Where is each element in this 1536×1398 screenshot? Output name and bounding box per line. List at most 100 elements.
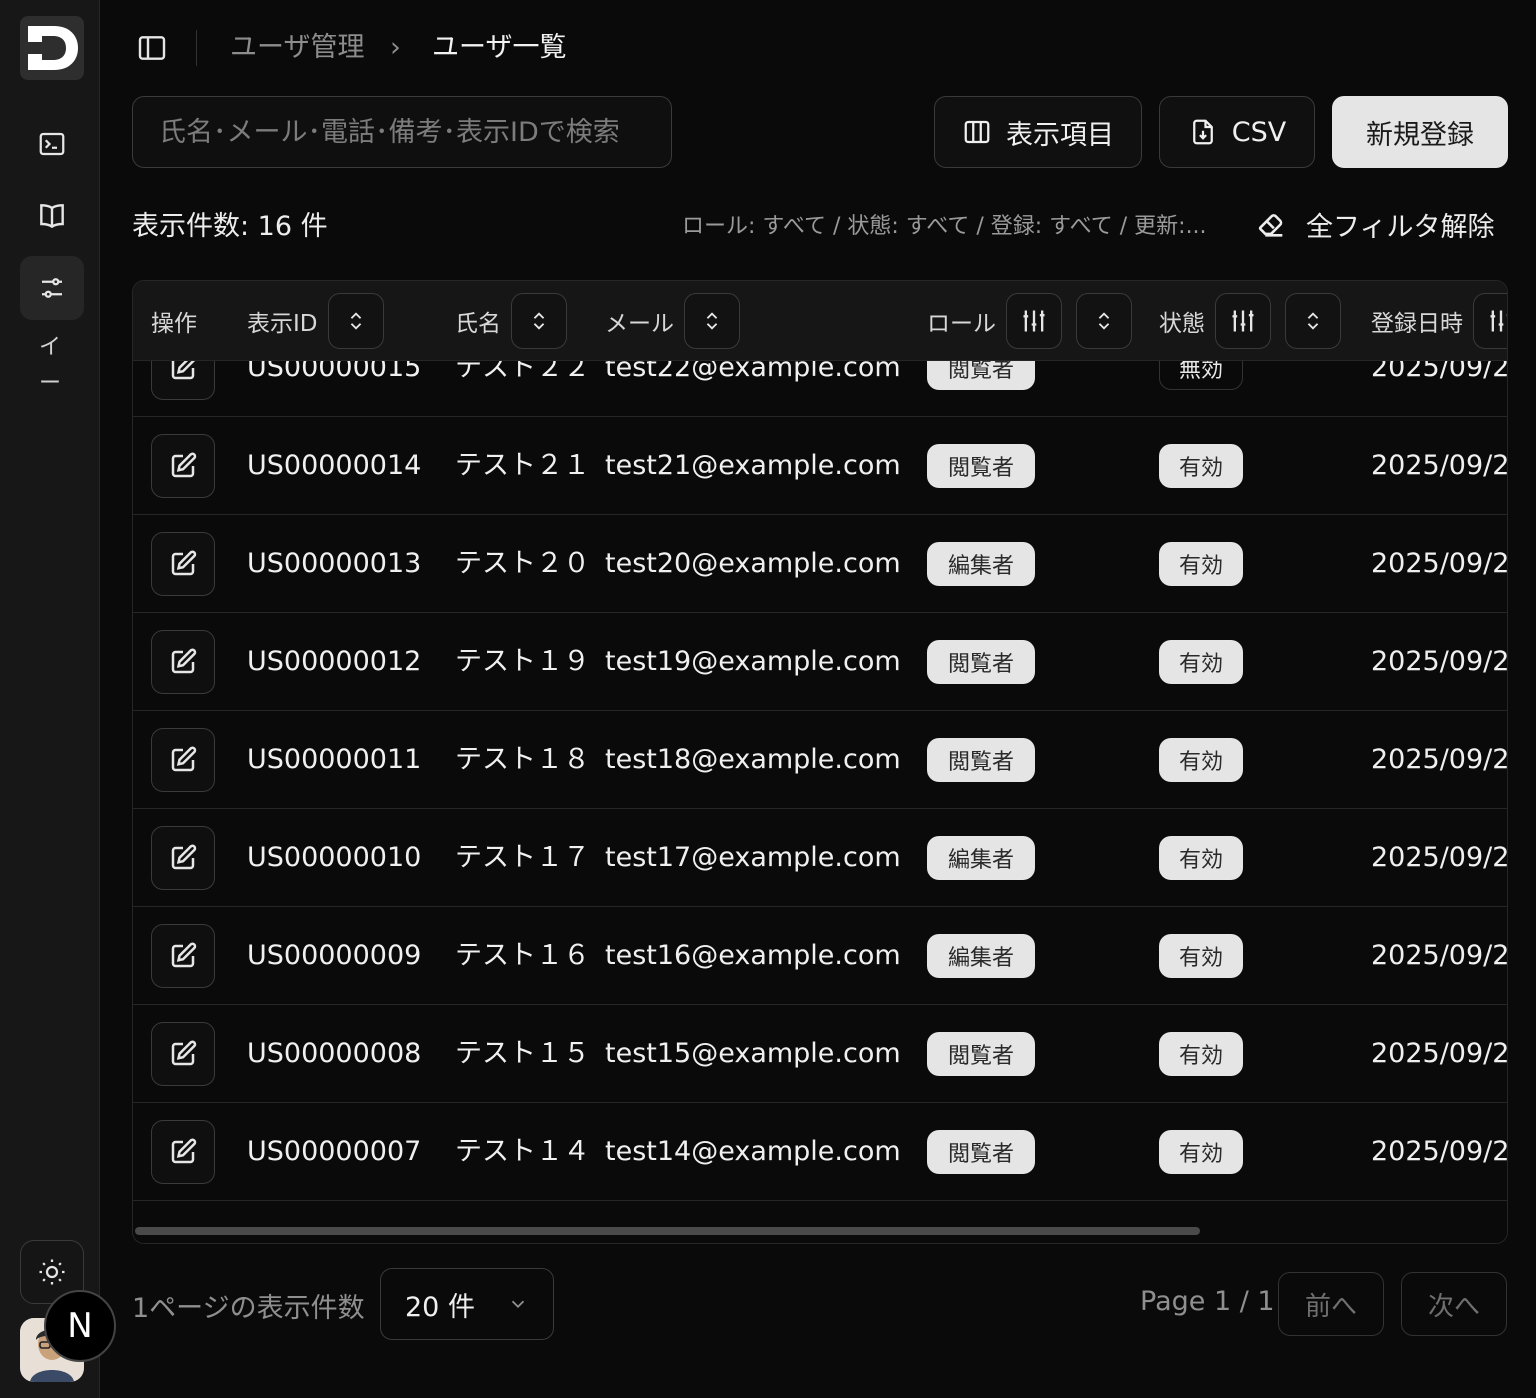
edit-button[interactable] — [151, 532, 215, 596]
breadcrumb-separator: › — [390, 32, 401, 63]
edit-icon — [171, 1040, 197, 1066]
cell-email: test18@example.com — [605, 744, 901, 775]
filter-button[interactable] — [1006, 293, 1062, 349]
cell-name: テスト２０ — [455, 548, 590, 579]
cell-display-id: US00000011 — [247, 744, 422, 775]
clear-filters-label: 全フィルタ解除 — [1306, 211, 1495, 243]
cell-name: テスト１９ — [455, 646, 590, 677]
sidebar-item-terminal[interactable] — [20, 112, 84, 176]
sidebar-item-docs[interactable] — [20, 184, 84, 248]
sidebar-label-char: ー — [38, 371, 61, 396]
column-header-label: 表示ID — [247, 311, 318, 337]
new-button-label: 新規登録 — [1366, 119, 1474, 151]
cell-display-id: US00000013 — [247, 548, 422, 579]
status-badge: 有効 — [1159, 542, 1243, 586]
sort-chevrons-icon — [706, 312, 718, 330]
status-badge: 有効 — [1159, 934, 1243, 978]
edit-button[interactable] — [151, 728, 215, 792]
column-header-actions: 操作 — [151, 281, 197, 361]
cell-email: test20@example.com — [605, 548, 901, 579]
cell-name: テスト１７ — [455, 842, 590, 873]
cell-name: テスト１６ — [455, 940, 590, 971]
clear-filters-button[interactable]: 全フィルタ解除 — [1254, 198, 1494, 250]
table-row: US00000015 テスト２２ test22@example.com 閲覧者 … — [133, 361, 1508, 417]
chevron-down-icon — [511, 1300, 525, 1309]
sidebar-item-settings[interactable] — [20, 256, 84, 320]
filter-sliders-icon — [1232, 310, 1254, 332]
table-row: US00000011 テスト１８ test18@example.com 閲覧者 … — [133, 711, 1507, 809]
edit-icon — [171, 844, 197, 870]
file-download-icon — [1192, 119, 1213, 145]
app-logo[interactable] — [20, 16, 84, 80]
sort-button[interactable] — [1076, 293, 1132, 349]
sort-button[interactable] — [684, 293, 740, 349]
sort-button[interactable] — [327, 293, 384, 349]
per-page-select[interactable]: 20 件 — [380, 1268, 554, 1340]
column-header-display-id: 表示ID — [247, 281, 384, 361]
panel-toggle-button[interactable] — [136, 32, 168, 68]
column-header-label: メール — [605, 311, 674, 337]
sort-button[interactable] — [511, 293, 567, 349]
scrollbar-thumb[interactable] — [135, 1227, 1200, 1235]
table-row: US00000010 テスト１７ test17@example.com 編集者 … — [133, 809, 1508, 907]
breadcrumb-parent[interactable]: ユーザ管理 — [230, 30, 364, 66]
edit-icon — [171, 361, 196, 380]
columns-button[interactable]: 表示項目 — [934, 96, 1142, 168]
edit-button[interactable] — [151, 361, 215, 400]
edit-button[interactable] — [151, 434, 215, 498]
logo-d-icon — [28, 26, 78, 70]
cell-name: テスト１５ — [455, 1038, 590, 1069]
filter-button[interactable] — [1215, 293, 1271, 349]
sort-chevrons-icon — [1307, 312, 1319, 330]
role-badge: 閲覧者 — [927, 444, 1035, 488]
cell-email: test16@example.com — [605, 940, 901, 971]
book-open-icon — [40, 204, 64, 229]
edit-button[interactable] — [151, 924, 215, 988]
cell-registered: 2025/09/2 — [1371, 842, 1508, 873]
cell-registered: 2025/09/2 — [1371, 548, 1508, 579]
sidebar-panel-icon — [138, 36, 166, 60]
cell-name: テスト１４ — [455, 1136, 590, 1167]
cell-registered: 2025/09/2 — [1371, 1136, 1508, 1167]
role-badge: 閲覧者 — [927, 361, 1035, 390]
cell-name: テスト１８ — [455, 744, 590, 775]
status-badge: 無効 — [1159, 361, 1243, 390]
edit-button[interactable] — [151, 1120, 215, 1184]
column-header-label: 状態 — [1159, 311, 1205, 337]
column-header-label: 操作 — [151, 311, 197, 337]
cell-display-id: US00000015 — [247, 361, 422, 383]
filter-summary: ロール: すべて / 状態: すべて / 登録: すべて / 更新:... — [682, 214, 1207, 239]
cell-name: テスト２２ — [455, 361, 590, 383]
column-header-label: ロール — [927, 311, 996, 337]
horizontal-scrollbar[interactable] — [133, 1225, 1507, 1243]
columns-icon — [964, 120, 990, 144]
cell-email: test14@example.com — [605, 1136, 901, 1167]
cell-registered: 2025/09/2 — [1371, 940, 1508, 971]
edit-icon — [171, 942, 197, 968]
sidebar-vertical-label: イ ー — [36, 330, 64, 402]
table-row: US00000014 テスト２１ test21@example.com 閲覧者 … — [133, 417, 1507, 515]
cell-display-id: US00000012 — [247, 646, 422, 677]
filter-button[interactable] — [1473, 293, 1507, 349]
notification-badge[interactable]: N — [44, 1290, 116, 1362]
edit-button[interactable] — [151, 1022, 215, 1086]
csv-export-button[interactable]: CSV — [1159, 96, 1315, 168]
status-badge: 有効 — [1159, 738, 1243, 782]
table-row: US00000013 テスト２０ test20@example.com 編集者 … — [133, 515, 1508, 613]
edit-button[interactable] — [151, 630, 215, 694]
status-badge: 有効 — [1159, 444, 1243, 488]
edit-icon — [171, 1138, 197, 1164]
previous-page-button[interactable]: 前へ — [1278, 1272, 1384, 1336]
search-input[interactable] — [132, 96, 672, 168]
filter-sliders-icon — [1023, 310, 1045, 332]
status-badge: 有効 — [1159, 640, 1243, 684]
cell-name: テスト２１ — [455, 450, 590, 481]
next-page-button[interactable]: 次へ — [1401, 1272, 1507, 1336]
cell-display-id: US00000008 — [247, 1038, 422, 1069]
role-badge: 閲覧者 — [927, 640, 1035, 684]
new-registration-button[interactable]: 新規登録 — [1332, 96, 1508, 168]
cell-registered: 2025/09/2 — [1371, 361, 1508, 383]
columns-button-label: 表示項目 — [1006, 119, 1114, 151]
sort-button[interactable] — [1285, 293, 1341, 349]
edit-button[interactable] — [151, 826, 215, 890]
